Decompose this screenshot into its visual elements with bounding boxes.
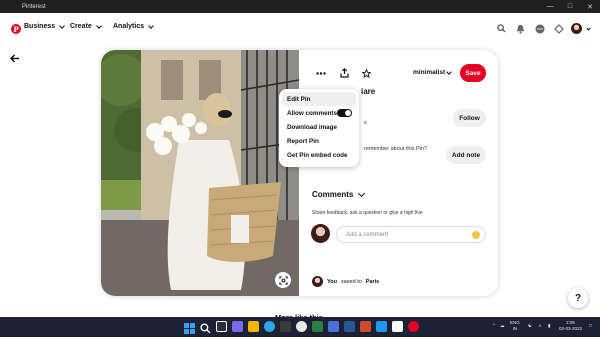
business-label: Business — [24, 23, 56, 30]
saved-to-row: You saved to Paris — [312, 276, 379, 287]
analytics-menu[interactable]: Analytics — [113, 22, 154, 30]
star-icon[interactable] — [360, 67, 372, 79]
chevron-down-icon — [446, 68, 452, 75]
taskbar-search-icon[interactable] — [200, 321, 211, 334]
updates-icon[interactable] — [553, 23, 564, 34]
menu-item-report-pin[interactable]: Report Pin — [282, 134, 356, 148]
minimize-icon[interactable]: — — [540, 0, 560, 13]
clock-date: 02-03-2022 — [559, 326, 583, 331]
chevron-down-icon — [95, 22, 102, 29]
more-options-icon[interactable] — [315, 67, 327, 79]
add-note-button[interactable]: Add note — [446, 146, 486, 164]
create-menu[interactable]: Create — [70, 22, 102, 30]
profile-avatar[interactable] — [571, 23, 582, 34]
widgets-icon[interactable] — [232, 321, 243, 332]
word-icon[interactable] — [344, 321, 355, 332]
window-titlebar: Pinterest — □ ✕ — [0, 0, 600, 13]
search-icon[interactable] — [496, 23, 507, 34]
powerpoint-icon[interactable] — [360, 321, 371, 332]
comments-subtitle: Share feedback, ask a question or give a… — [312, 210, 423, 216]
comment-placeholder: Add a comment — [346, 231, 389, 238]
share-icon[interactable] — [338, 67, 350, 79]
follow-button[interactable]: Follow — [453, 109, 486, 127]
pin-card: minimalist Save iare s Follow remember a… — [101, 50, 498, 296]
comments-heading[interactable]: Comments — [312, 189, 366, 199]
window-title: Pinterest — [22, 3, 46, 10]
app-icon-2[interactable] — [376, 321, 387, 332]
board-name: minimalist — [413, 69, 446, 76]
clock[interactable]: 2:05 02-03-2022 — [559, 320, 582, 332]
menu-item-edit-pin[interactable]: Edit Pin — [282, 92, 356, 106]
creator-name: s — [364, 120, 367, 126]
notifications-bell-icon[interactable] — [515, 23, 526, 34]
messages-icon[interactable] — [534, 23, 545, 34]
wifi-icon[interactable]: ☯ — [528, 323, 532, 329]
saved-user[interactable]: You — [327, 279, 337, 285]
tray-chevron-icon[interactable]: ⌃ — [492, 323, 496, 329]
saved-user-avatar — [312, 276, 323, 287]
pinterest-logo-icon[interactable]: P — [11, 24, 21, 34]
app-icon[interactable] — [328, 321, 339, 332]
user-avatar — [311, 224, 330, 243]
emoji-icon[interactable] — [472, 231, 480, 239]
chevron-down-icon — [148, 22, 154, 29]
chrome-icon[interactable] — [296, 321, 307, 332]
menu-item-embed-code[interactable]: Get Pin embed code — [282, 148, 356, 162]
start-icon[interactable] — [184, 321, 195, 334]
note-prompt: remember about this Pin? — [364, 146, 427, 152]
saved-text: saved to — [340, 278, 362, 285]
language-indicator[interactable]: ENG IN — [510, 320, 520, 332]
allow-comments-toggle[interactable] — [337, 109, 352, 117]
business-menu[interactable]: Business — [24, 22, 65, 30]
store-icon[interactable] — [280, 321, 291, 332]
app-icon-3[interactable] — [392, 321, 403, 332]
maximize-icon[interactable]: □ — [560, 0, 580, 13]
comments-title: Comments — [312, 190, 354, 199]
battery-icon[interactable]: ▮ — [548, 323, 550, 329]
chevron-down-icon — [358, 189, 366, 198]
menu-item-allow-comments[interactable]: Allow comments — [282, 106, 356, 120]
excel-icon[interactable] — [312, 321, 323, 332]
menu-item-download-image[interactable]: Download image — [282, 120, 356, 134]
help-button[interactable]: ? — [568, 288, 588, 308]
pin-title: iare — [361, 87, 376, 96]
top-nav: P Business Create Analytics — [0, 13, 600, 47]
pin-options-menu: Edit Pin Allow comments Download image R… — [279, 89, 359, 167]
cloud-icon[interactable]: ☁ — [500, 323, 505, 329]
create-label: Create — [70, 23, 92, 30]
save-button[interactable]: Save — [460, 64, 486, 82]
comment-input[interactable]: Add a comment — [336, 226, 486, 243]
back-arrow-icon[interactable] — [9, 54, 22, 64]
language-bottom: IN — [512, 326, 518, 331]
file-explorer-icon[interactable] — [248, 321, 259, 332]
close-icon[interactable]: ✕ — [580, 0, 600, 13]
taskbar: ⌃ ☁ ENG IN ☯ ♬ ▮ 2:05 02-03-2022 □ — [0, 317, 600, 337]
pin-image[interactable] — [101, 50, 299, 296]
visual-search-icon[interactable] — [275, 272, 291, 288]
volume-icon[interactable]: ♬ — [538, 323, 543, 329]
allow-comments-label: Allow comments — [287, 109, 338, 117]
edge-browser-icon[interactable] — [264, 321, 275, 332]
task-view-icon[interactable] — [216, 321, 227, 332]
analytics-label: Analytics — [113, 23, 145, 30]
board-selector[interactable]: minimalist — [413, 68, 452, 76]
notification-center-icon[interactable]: □ — [589, 323, 592, 329]
chevron-down-icon — [59, 22, 65, 29]
account-chevron-icon[interactable] — [585, 23, 591, 34]
pinterest-taskbar-icon[interactable] — [408, 321, 419, 332]
saved-board[interactable]: Paris — [366, 279, 379, 285]
